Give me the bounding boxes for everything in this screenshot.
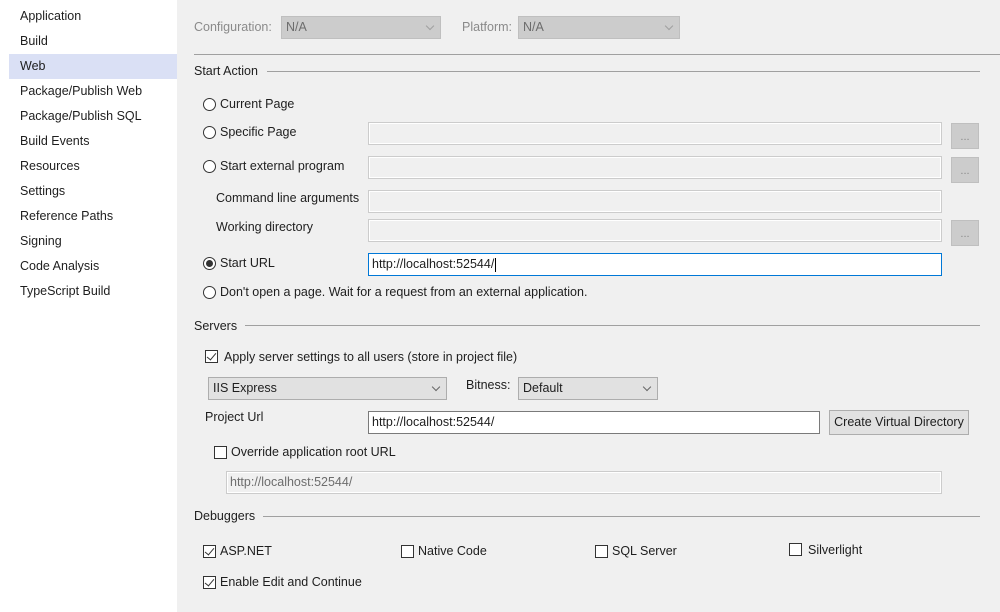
- specific-page-input[interactable]: [368, 122, 942, 145]
- chevron-down-icon: [431, 382, 441, 392]
- edit-and-continue-checkbox[interactable]: [203, 576, 216, 589]
- configuration-value: N/A: [286, 20, 307, 34]
- create-virtual-directory-button[interactable]: Create Virtual Directory: [829, 410, 969, 435]
- current-page-label: Current Page: [220, 97, 295, 111]
- override-root-url-label: Override application root URL: [231, 445, 396, 459]
- project-url-input[interactable]: http://localhost:52544/: [368, 411, 820, 434]
- servers-title: Servers: [194, 319, 246, 333]
- override-root-url-input[interactable]: http://localhost:52544/: [226, 471, 942, 494]
- start-url-input[interactable]: http://localhost:52544/: [368, 253, 942, 276]
- sidebar-item-reference-paths[interactable]: Reference Paths: [9, 204, 177, 229]
- platform-label: Platform:: [462, 20, 513, 34]
- working-directory-label: Working directory: [216, 220, 314, 234]
- working-directory-input[interactable]: [368, 219, 942, 242]
- sidebar-item-label: Build: [20, 34, 48, 48]
- configuration-label: Configuration:: [194, 20, 272, 34]
- debuggers-title: Debuggers: [194, 509, 264, 523]
- dont-open-page-radio[interactable]: [203, 286, 216, 299]
- external-program-input[interactable]: [368, 156, 942, 179]
- sidebar-item-resources[interactable]: Resources: [9, 154, 177, 179]
- sidebar-item-build-events[interactable]: Build Events: [9, 129, 177, 154]
- sql-server-debugger-checkbox[interactable]: [595, 545, 608, 558]
- start-url-value: http://localhost:52544/: [372, 257, 495, 271]
- sidebar-item-typescript-build[interactable]: TypeScript Build: [9, 279, 177, 304]
- specific-page-radio[interactable]: [203, 126, 216, 139]
- header-divider: [194, 54, 1000, 55]
- sidebar-item-label: Application: [20, 9, 82, 23]
- aspnet-debugger-label: ASP.NET: [220, 544, 272, 558]
- silverlight-debugger-label: Silverlight: [808, 543, 863, 557]
- server-select[interactable]: IIS Express: [208, 377, 447, 400]
- sidebar-item-label: Settings: [20, 184, 66, 198]
- sidebar-item-label: Package/Publish Web: [20, 84, 143, 98]
- chevron-down-icon: [425, 21, 435, 31]
- start-url-radio[interactable]: [203, 257, 216, 270]
- apply-server-settings-checkbox[interactable]: [205, 350, 218, 363]
- sidebar-item-application[interactable]: Application: [9, 4, 177, 29]
- chevron-down-icon: [642, 382, 652, 392]
- platform-select[interactable]: N/A: [518, 16, 680, 39]
- sidebar-item-settings[interactable]: Settings: [9, 179, 177, 204]
- sidebar-item-label: Signing: [20, 234, 62, 248]
- sidebar-item-label: Package/Publish SQL: [20, 109, 142, 123]
- working-directory-browse-button[interactable]: ...: [951, 220, 979, 246]
- sidebar-item-build[interactable]: Build: [9, 29, 177, 54]
- apply-server-settings-label: Apply server settings to all users (stor…: [224, 350, 518, 364]
- servers-divider: [243, 325, 980, 326]
- silverlight-debugger-checkbox[interactable]: [789, 543, 802, 556]
- bitness-value: Default: [523, 381, 563, 395]
- sidebar-nav: Application Build Web Package/Publish We…: [0, 0, 184, 612]
- edit-and-continue-label: Enable Edit and Continue: [220, 575, 362, 589]
- sidebar-item-package-publish-web[interactable]: Package/Publish Web: [9, 79, 177, 104]
- start-external-program-label: Start external program: [220, 159, 345, 173]
- start-action-divider: [267, 71, 980, 72]
- project-url-label: Project Url: [205, 410, 264, 424]
- sidebar-item-code-analysis[interactable]: Code Analysis: [9, 254, 177, 279]
- sidebar-item-package-publish-sql[interactable]: Package/Publish SQL: [9, 104, 177, 129]
- web-properties-panel: Configuration: N/A Platform: N/A Start A…: [177, 0, 1000, 612]
- current-page-radio[interactable]: [203, 98, 216, 111]
- text-caret: [495, 257, 497, 272]
- configuration-select[interactable]: N/A: [281, 16, 441, 39]
- sidebar-item-label: Web: [20, 59, 46, 73]
- specific-page-label: Specific Page: [220, 125, 297, 139]
- external-program-browse-button[interactable]: ...: [951, 157, 979, 183]
- platform-value: N/A: [523, 20, 544, 34]
- chevron-down-icon: [664, 21, 674, 31]
- sidebar-item-signing[interactable]: Signing: [9, 229, 177, 254]
- start-action-title: Start Action: [194, 64, 266, 78]
- bitness-select[interactable]: Default: [518, 377, 658, 400]
- sidebar-item-web[interactable]: Web: [9, 54, 184, 79]
- sql-server-debugger-label: SQL Server: [612, 544, 677, 558]
- start-external-program-radio[interactable]: [203, 160, 216, 173]
- specific-page-browse-button[interactable]: ...: [951, 123, 979, 149]
- start-url-label: Start URL: [220, 256, 275, 270]
- sidebar-item-label: Resources: [20, 159, 80, 173]
- command-line-arguments-input[interactable]: [368, 190, 942, 213]
- aspnet-debugger-checkbox[interactable]: [203, 545, 216, 558]
- sidebar-item-label: Reference Paths: [20, 209, 114, 223]
- override-root-url-checkbox[interactable]: [214, 446, 227, 459]
- sidebar-item-label: Build Events: [20, 134, 90, 148]
- dont-open-page-label: Don't open a page. Wait for a request fr…: [220, 285, 588, 299]
- bitness-label: Bitness:: [466, 378, 511, 392]
- native-code-debugger-checkbox[interactable]: [401, 545, 414, 558]
- server-value: IIS Express: [213, 381, 277, 395]
- native-code-debugger-label: Native Code: [418, 544, 487, 558]
- debuggers-divider: [261, 516, 980, 517]
- sidebar-item-label: Code Analysis: [20, 259, 100, 273]
- sidebar-item-label: TypeScript Build: [20, 284, 111, 298]
- command-line-arguments-label: Command line arguments: [216, 191, 360, 205]
